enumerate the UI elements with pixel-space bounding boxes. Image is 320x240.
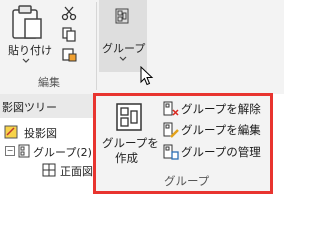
manage-group-label: グループの管理 [181,145,261,159]
chevron-down-icon [119,56,127,61]
format-paste-icon[interactable] [61,46,77,62]
create-group-label-line2: 作成 [115,151,138,165]
ungroup-label: グループを解除 [181,102,261,116]
group-dropdown: グループを 作成 グループを解除 グループを編集 グループの管理 グループ [93,93,273,194]
edit-group-item[interactable]: グループを編集 [163,121,269,139]
group-ribbon-button[interactable]: グループ [99,0,147,72]
paste-button[interactable]: 貼り付け [2,2,52,64]
ungroup-item[interactable]: グループを解除 [163,100,269,118]
create-group-icon [116,103,142,131]
tree-item[interactable]: − グループ(2) [4,143,96,159]
collapse-toggle[interactable]: − [5,146,15,156]
copy-icon[interactable] [61,26,77,42]
clipboard-icon [12,5,42,39]
group-icon [18,144,30,158]
scissors-icon[interactable] [61,5,77,21]
edit-group-icon [163,122,179,138]
edit-group-label: グループを編集 [181,123,261,137]
group-button-label: グループ [102,42,146,55]
dropdown-footer-label: グループ [164,174,210,188]
tree-item[interactable]: 投影図 [4,124,94,140]
view-icon [42,163,56,177]
edit-group-label: 編集 [38,76,60,89]
create-group-label-line1: グループを [102,136,159,150]
manage-group-item[interactable]: グループの管理 [163,143,269,161]
tree-item-label: 正面図 [60,165,93,178]
manage-group-icon [163,144,179,160]
group-icon [115,8,129,24]
tree-item-label: グループ(2) [33,146,92,159]
create-group-button[interactable]: グループを 作成 [102,100,159,170]
tree-panel-header: 影図ツリー [0,94,96,118]
paste-label: 貼り付け [8,44,52,57]
drawing-icon [4,125,18,139]
tree-item[interactable]: 正面図 [30,162,96,178]
tree-panel-title: 影図ツリー [2,101,57,114]
ribbon-separator [96,2,97,90]
mouse-cursor-icon [140,66,154,86]
ungroup-icon [163,101,179,116]
tree-item-label: 投影図 [24,127,57,140]
chevron-down-icon [22,58,30,63]
